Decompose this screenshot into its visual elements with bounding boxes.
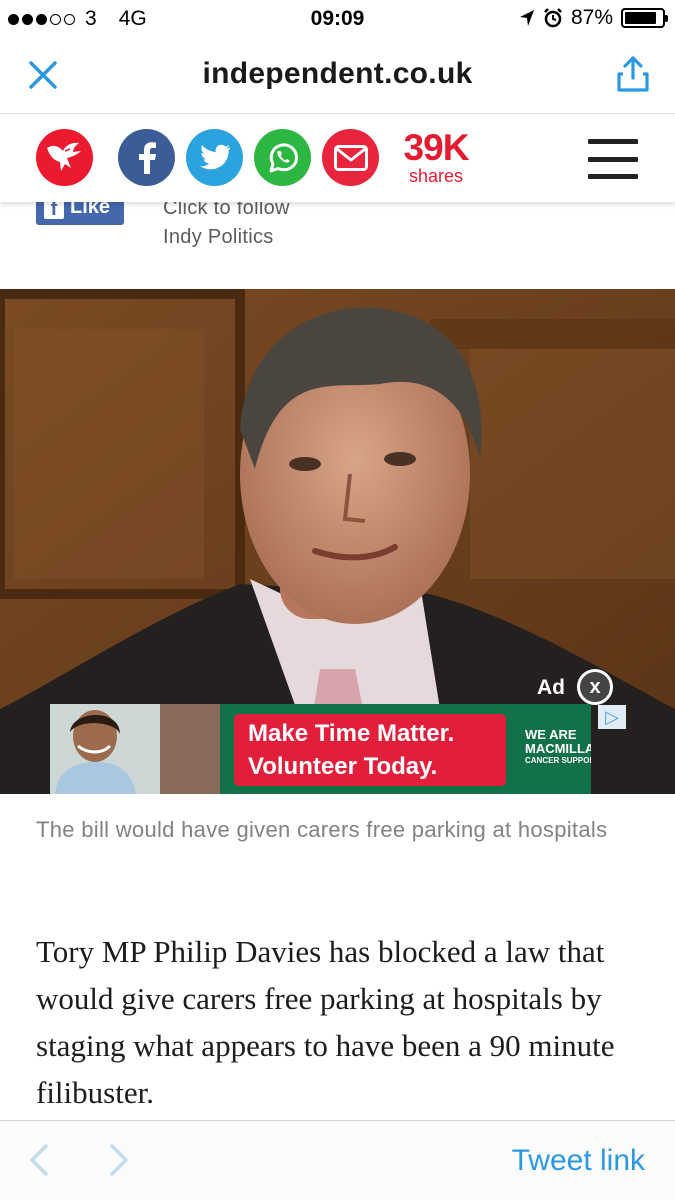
twitter-icon	[199, 144, 230, 169]
status-bar: 3 4G 09:09 87%	[0, 0, 675, 40]
facebook-icon	[138, 141, 156, 174]
battery-fill	[625, 12, 657, 24]
forward-chevron-icon[interactable]	[106, 1143, 132, 1177]
bottom-toolbar: Tweet link	[0, 1120, 675, 1200]
twitter-share-button[interactable]	[186, 129, 243, 186]
ad-headline-box: Make Time Matter. Volunteer Today.	[234, 714, 506, 786]
email-icon	[333, 144, 368, 171]
ad-label: Ad	[537, 676, 565, 699]
ad-brand-line-2: MACMILLAN.	[525, 741, 591, 756]
back-chevron-icon[interactable]	[26, 1143, 52, 1177]
ad-choices-icon[interactable]: ▷	[598, 705, 626, 729]
photo-caption: The bill would have given carers free pa…	[36, 817, 608, 842]
follow-text[interactable]: Click to follow Indy Politics	[163, 194, 290, 250]
email-share-button[interactable]	[322, 129, 379, 186]
status-right: 87%	[519, 6, 668, 30]
ad-photo	[50, 704, 220, 794]
ad-brand-line-1: WE ARE	[525, 727, 577, 742]
article-body: Tory MP Philip Davies has blocked a law …	[36, 934, 615, 1110]
location-arrow-icon	[519, 10, 534, 26]
facebook-share-button[interactable]	[118, 129, 175, 186]
share-icon[interactable]	[615, 54, 651, 94]
whatsapp-icon	[269, 142, 298, 172]
ad-headline-1: Make Time Matter.	[248, 720, 455, 747]
ad-headline-2: Volunteer Today.	[248, 753, 438, 780]
battery-icon	[621, 8, 668, 28]
alarm-clock-icon	[544, 8, 562, 28]
share-count-label: shares	[408, 166, 464, 186]
macmillan-logo: WE ARE MACMILLAN. CANCER SUPPORT	[525, 728, 591, 766]
follow-line-2: Indy Politics	[163, 226, 274, 248]
battery-percent: 87%	[570, 6, 613, 29]
share-count: 39K shares	[398, 127, 474, 186]
whatsapp-share-button[interactable]	[254, 129, 311, 186]
ad-brand-line-3: CANCER SUPPORT	[525, 756, 591, 765]
page-url[interactable]: independent.co.uk	[0, 57, 675, 91]
tweet-link-button[interactable]: Tweet link	[512, 1144, 645, 1178]
share-bar: 39K shares	[0, 115, 675, 202]
hamburger-menu-icon[interactable]	[588, 139, 638, 179]
share-count-number: 39K	[403, 127, 470, 168]
ad-close-button[interactable]: x	[577, 669, 613, 705]
browser-bar: independent.co.uk	[0, 40, 675, 114]
independent-eagle-logo[interactable]	[36, 129, 93, 186]
ad-banner[interactable]: Make Time Matter. Volunteer Today. WE AR…	[50, 704, 591, 794]
eagle-icon	[46, 142, 81, 171]
